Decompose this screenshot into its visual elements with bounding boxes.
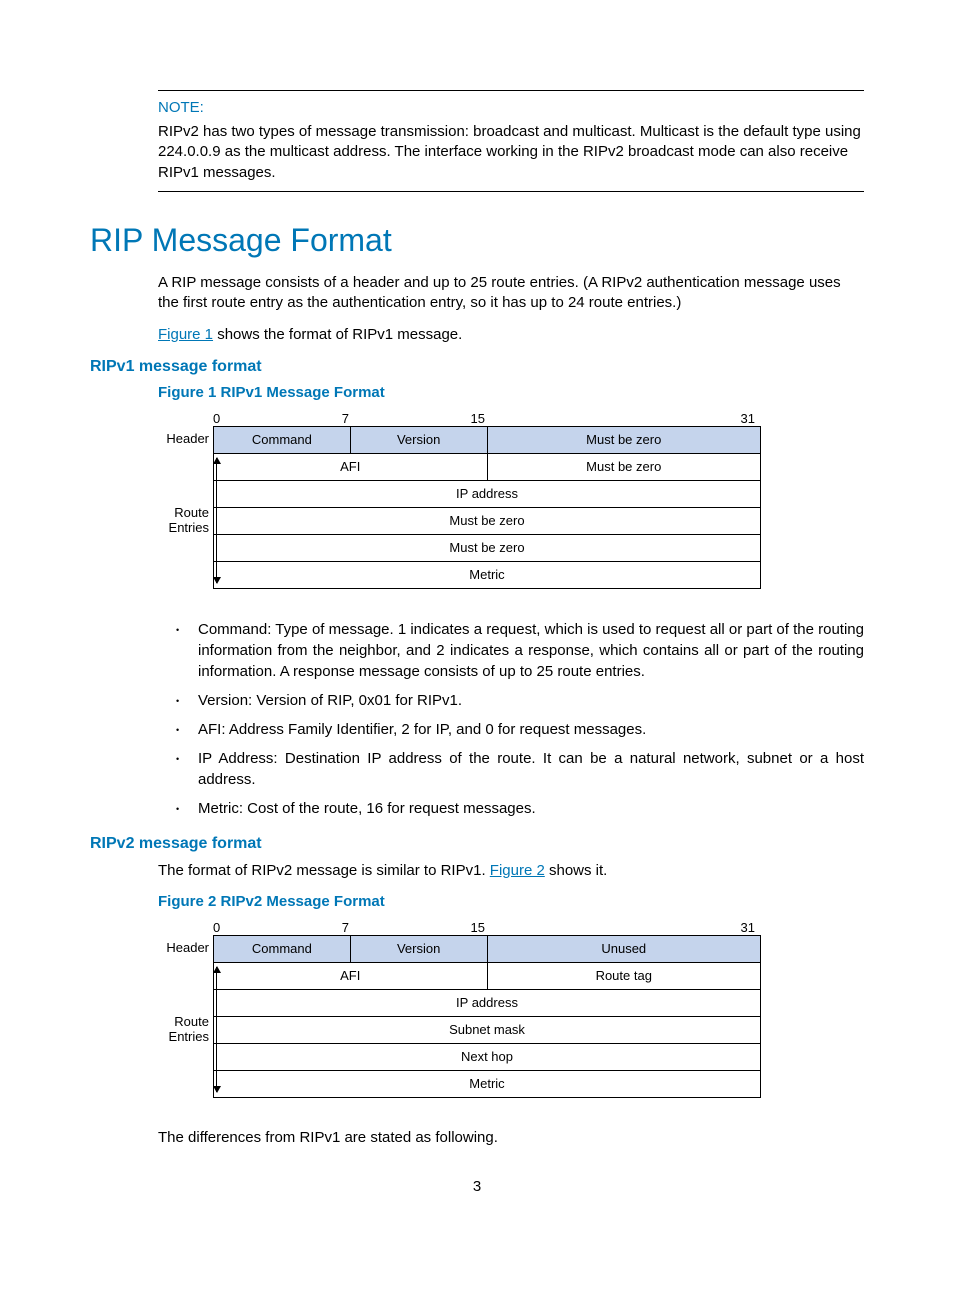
note-box: NOTE: RIPv2 has two types of message tra… xyxy=(158,90,864,192)
bit-31: 31 xyxy=(485,920,755,935)
figure-1-caption: Figure 1 RIPv1 Message Format xyxy=(158,384,864,401)
list-item: Metric: Cost of the route, 16 for reques… xyxy=(198,798,864,819)
cell-version: Version xyxy=(350,935,487,962)
bit-15: 15 xyxy=(349,920,485,935)
list-item: Version: Version of RIP, 0x01 for RIPv1. xyxy=(198,690,864,711)
cell-subnet-mask: Subnet mask xyxy=(214,1016,761,1043)
ripv2-packet-table: Command Version Unused AFI Route tag IP … xyxy=(213,935,761,1098)
cell-command: Command xyxy=(214,935,351,962)
cell-afi: AFI xyxy=(214,962,488,989)
cell-next-hop: Next hop xyxy=(214,1043,761,1070)
figure-2: 0 7 15 31 Header Route Entries Command V… xyxy=(158,920,864,1098)
cell-must-be-zero-2: Must be zero xyxy=(487,453,761,480)
figure-1: 0 7 15 31 Header Route Entries Command V… xyxy=(158,411,864,589)
section-title-rip-message-format: RIP Message Format xyxy=(90,222,864,259)
list-item: IP Address: Destination IP address of th… xyxy=(198,748,864,790)
note-label: NOTE: xyxy=(158,99,864,116)
differences-paragraph: The differences from RIPv1 are stated as… xyxy=(158,1128,864,1148)
label-route: Route xyxy=(158,1014,209,1029)
figure-2-caption: Figure 2 RIPv2 Message Format xyxy=(158,893,864,910)
cell-must-be-zero-1: Must be zero xyxy=(487,426,761,453)
list-item: AFI: Address Family Identifier, 2 for IP… xyxy=(198,719,864,740)
label-header: Header xyxy=(158,426,213,452)
label-header: Header xyxy=(158,935,213,961)
cell-ip-address: IP address xyxy=(214,989,761,1016)
list-item: Command: Type of message. 1 indicates a … xyxy=(198,619,864,682)
heading-ripv2-message-format: RIPv2 message format xyxy=(90,835,864,853)
cell-route-tag: Route tag xyxy=(487,962,761,989)
ripv2-intro-post: shows it. xyxy=(545,862,608,879)
bit-15: 15 xyxy=(349,411,485,426)
figure-1-link[interactable]: Figure 1 xyxy=(158,326,213,343)
intro-paragraph: A RIP message consists of a header and u… xyxy=(158,273,864,314)
page-number: 3 xyxy=(90,1178,864,1195)
bit-31: 31 xyxy=(485,411,755,426)
figure1-reference-tail: shows the format of RIPv1 message. xyxy=(213,326,462,343)
figure1-reference: Figure 1 shows the format of RIPv1 messa… xyxy=(158,325,864,345)
cell-ip-address: IP address xyxy=(214,480,761,507)
cell-version: Version xyxy=(350,426,487,453)
cell-unused: Unused xyxy=(487,935,761,962)
cell-command: Command xyxy=(214,426,351,453)
figure-2-link[interactable]: Figure 2 xyxy=(490,862,545,879)
label-route: Route xyxy=(158,505,209,520)
cell-must-be-zero-3: Must be zero xyxy=(214,507,761,534)
route-entries-bracket-icon xyxy=(216,967,217,1092)
ripv2-intro-pre: The format of RIPv2 message is similar t… xyxy=(158,862,490,879)
cell-metric: Metric xyxy=(214,1070,761,1097)
label-entries: Entries xyxy=(158,1029,209,1044)
route-entries-bracket-icon xyxy=(216,458,217,583)
heading-ripv1-message-format: RIPv1 message format xyxy=(90,358,864,376)
label-entries: Entries xyxy=(158,520,209,535)
ripv1-field-descriptions: Command: Type of message. 1 indicates a … xyxy=(158,619,864,819)
bit-7: 7 xyxy=(217,411,349,426)
bit-7: 7 xyxy=(217,920,349,935)
ripv1-packet-table: Command Version Must be zero AFI Must be… xyxy=(213,426,761,589)
ripv2-intro: The format of RIPv2 message is similar t… xyxy=(158,861,864,881)
cell-must-be-zero-4: Must be zero xyxy=(214,534,761,561)
note-text: RIPv2 has two types of message transmiss… xyxy=(158,122,864,183)
cell-afi: AFI xyxy=(214,453,488,480)
cell-metric: Metric xyxy=(214,561,761,588)
